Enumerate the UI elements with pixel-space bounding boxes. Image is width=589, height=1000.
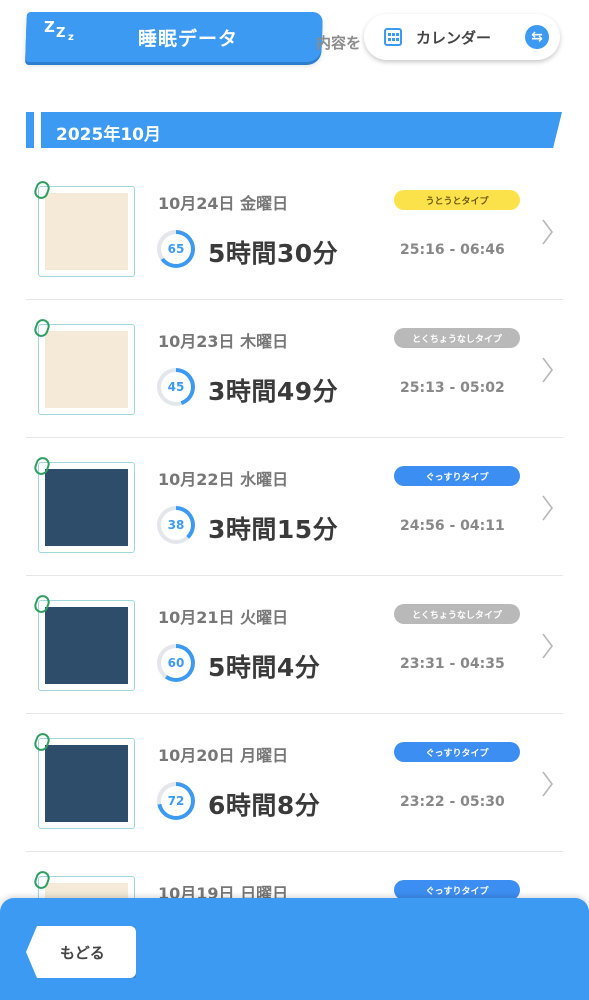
month-label: 2025年10月 [56, 125, 161, 145]
sleep-score-ring: 65 [157, 230, 195, 268]
calendar-label: カレンダー [416, 29, 492, 47]
sleep-time-range: 25:13 - 05:02 [400, 380, 505, 396]
sleep-score-value: 38 [161, 510, 191, 540]
sleep-record-row[interactable]: 10月24日 金曜日 うとうとタイプ 65 5時間30分 25:16 - 06:46 [0, 162, 589, 300]
sleep-thumbnail [32, 731, 135, 829]
hidden-tab-label: 内容を [316, 34, 362, 52]
bottom-bar: もどる [0, 898, 589, 1000]
sleep-type-badge: ぐっすりタイプ [394, 742, 520, 762]
sleep-thumbnail [32, 317, 135, 415]
sleep-type-badge: とくちょうなしタイプ [394, 328, 520, 348]
chevron-right-icon [542, 633, 553, 659]
chevron-right-icon [542, 357, 553, 383]
sleep-score-ring: 60 [157, 644, 195, 682]
sleep-scene-image [45, 193, 128, 270]
sleep-thumbnail [32, 455, 135, 553]
back-label: もどる [60, 944, 105, 962]
sleep-score-value: 60 [161, 648, 191, 678]
sleep-time-range: 23:31 - 04:35 [400, 656, 505, 672]
swap-icon: ⇆ [525, 25, 549, 49]
sleep-thumbnail [32, 593, 135, 691]
chevron-right-icon [542, 771, 553, 797]
chevron-right-icon [542, 219, 553, 245]
sleep-record-row[interactable]: 10月20日 月曜日 ぐっすりタイプ 72 6時間8分 23:22 - 05:30 [0, 714, 589, 852]
sleep-scene-image [45, 331, 128, 408]
record-date: 10月23日 木曜日 [158, 332, 289, 351]
sleep-duration: 6時間8分 [208, 791, 321, 820]
sleep-duration: 5時間30分 [208, 239, 339, 268]
sleep-score-ring: 72 [157, 782, 195, 820]
sleep-score-value: 72 [161, 786, 191, 816]
sleep-thumbnail [32, 179, 135, 277]
sleep-time-range: 25:16 - 06:46 [400, 242, 505, 258]
sleep-scene-image [45, 745, 128, 822]
chevron-right-icon [542, 495, 553, 521]
sleep-score-ring: 45 [157, 368, 195, 406]
sleep-duration: 3時間49分 [208, 377, 339, 406]
record-date: 10月20日 月曜日 [158, 746, 289, 765]
record-date: 10月21日 火曜日 [158, 608, 289, 627]
calendar-icon [384, 28, 402, 46]
header: ZZz 睡眠データ 内容を カレンダー ⇆ [0, 0, 589, 70]
sleep-type-badge: ぐっすりタイプ [394, 466, 520, 486]
page-title: 睡眠データ [138, 28, 239, 50]
sleep-time-range: 23:22 - 05:30 [400, 794, 505, 810]
sleep-record-row[interactable]: 10月23日 木曜日 とくちょうなしタイプ 45 3時間49分 25:13 - 05:0… [0, 300, 589, 438]
sleep-type-badge: ぐっすりタイプ [394, 880, 520, 900]
sleep-duration: 5時間4分 [208, 653, 321, 682]
sleep-score-ring: 38 [157, 506, 195, 544]
sleep-type-badge: うとうとタイプ [394, 190, 520, 210]
sleep-record-row[interactable]: 10月21日 火曜日 とくちょうなしタイプ 60 5時間4分 23:31 - 04:35 [0, 576, 589, 714]
sleep-scene-image [45, 607, 128, 684]
sleep-zzz-icon: ZZz [44, 18, 74, 43]
month-banner: 2025年10月 [26, 112, 562, 148]
back-button[interactable]: もどる [26, 926, 136, 978]
sleep-duration: 3時間15分 [208, 515, 339, 544]
record-date: 10月22日 水曜日 [158, 470, 289, 489]
sleep-score-value: 45 [161, 372, 191, 402]
sleep-time-range: 24:56 - 04:11 [400, 518, 505, 534]
sleep-scene-image [45, 469, 128, 546]
sleep-type-badge: とくちょうなしタイプ [394, 604, 520, 624]
record-date: 10月24日 金曜日 [158, 194, 289, 213]
calendar-toggle-button[interactable]: カレンダー ⇆ [364, 14, 560, 60]
sleep-score-value: 65 [161, 234, 191, 264]
sleep-record-row[interactable]: 10月22日 水曜日 ぐっすりタイプ 38 3時間15分 24:56 - 04:11 [0, 438, 589, 576]
